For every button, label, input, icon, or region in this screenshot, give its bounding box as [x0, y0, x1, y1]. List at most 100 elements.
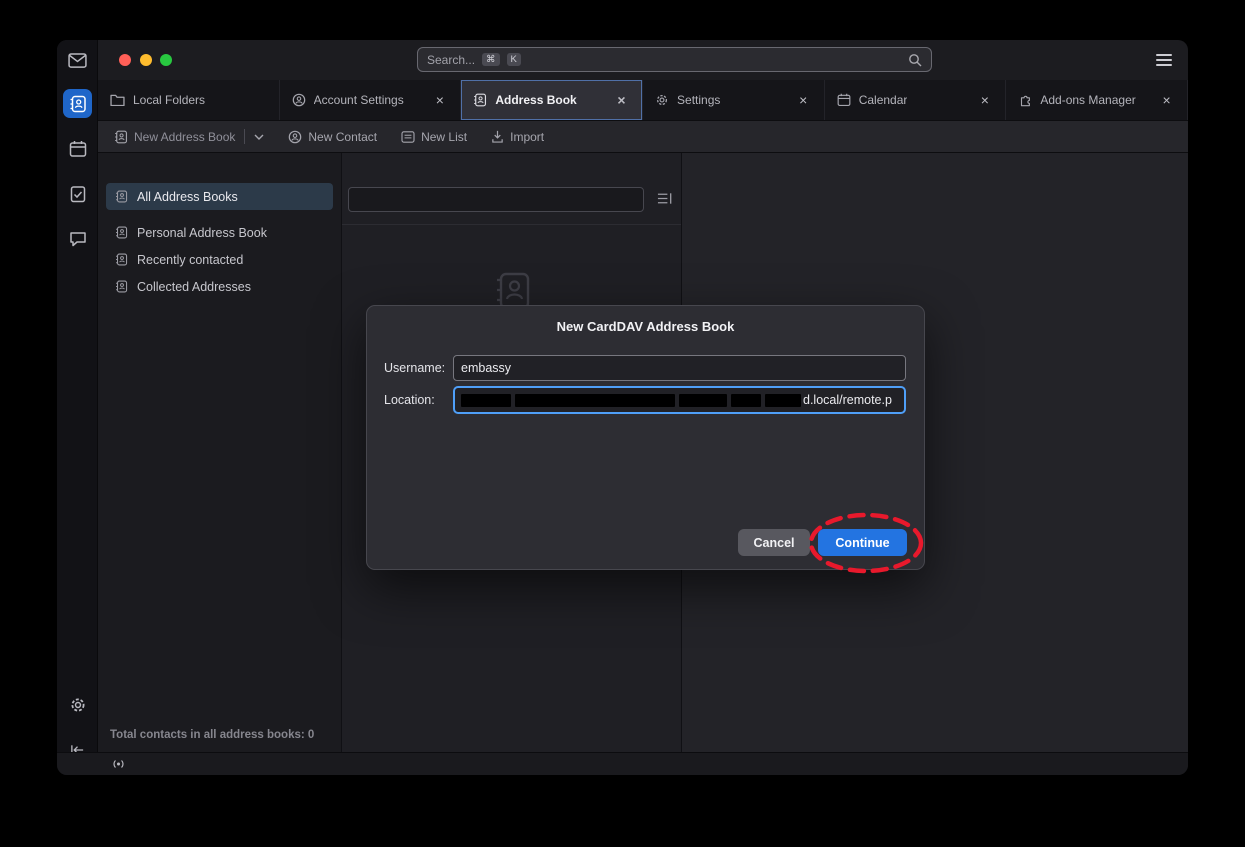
- minimize-window-button[interactable]: [140, 54, 152, 66]
- sort-icon: [657, 192, 674, 205]
- close-tab-icon[interactable]: ×: [976, 92, 993, 109]
- close-tab-icon[interactable]: ×: [795, 92, 812, 109]
- address-book-icon: [69, 95, 87, 113]
- titlebar: Search... ⌘ K: [98, 40, 1188, 80]
- tasks-icon: [69, 185, 87, 203]
- import-label: Import: [510, 130, 544, 144]
- k-keycap: K: [507, 53, 521, 67]
- app-spaces-strip: [57, 40, 98, 775]
- global-search-field[interactable]: Search... ⌘ K: [417, 47, 932, 72]
- search-placeholder: Search...: [427, 53, 475, 67]
- tab-label: Calendar: [859, 93, 908, 107]
- chevron-down-icon: [254, 134, 264, 140]
- address-book-icon: [115, 190, 128, 203]
- dialog-title: New CardDAV Address Book: [367, 319, 924, 334]
- new-list-label: New List: [421, 130, 467, 144]
- cancel-button[interactable]: Cancel: [738, 529, 810, 556]
- tab-account-settings[interactable]: Account Settings ×: [280, 80, 462, 120]
- calendar-icon: [837, 93, 851, 107]
- address-books-list: All Address Books Personal Address Book …: [98, 153, 341, 300]
- close-tab-icon[interactable]: ×: [613, 92, 630, 109]
- tab-label: Address Book: [495, 93, 576, 107]
- address-book-icon: [115, 226, 128, 239]
- toolbar-divider: [244, 129, 245, 144]
- settings-button[interactable]: [63, 690, 92, 719]
- search-icon: [908, 53, 922, 67]
- new-carddav-dialog: New CardDAV Address Book Username: Locat…: [366, 305, 925, 570]
- list-item-all-address-books[interactable]: All Address Books: [106, 183, 333, 210]
- new-list-button[interactable]: New List: [395, 126, 473, 148]
- tasks-space-button[interactable]: [63, 179, 92, 208]
- puzzle-icon: [1018, 93, 1032, 107]
- zoom-window-button[interactable]: [160, 54, 172, 66]
- contacts-search-input[interactable]: [348, 187, 644, 212]
- tab-calendar[interactable]: Calendar ×: [825, 80, 1007, 120]
- list-item-label: Collected Addresses: [137, 280, 251, 294]
- app-window: Search... ⌘ K Local Folders Ac: [57, 40, 1188, 775]
- status-bar: [57, 752, 1188, 775]
- new-contact-button[interactable]: New Contact: [282, 126, 383, 148]
- location-visible-text: d.local/remote.p: [803, 393, 892, 407]
- redaction-bar: [461, 394, 511, 407]
- chat-space-button[interactable]: [63, 224, 92, 253]
- cmd-keycap: ⌘: [482, 53, 500, 67]
- app-menu-button[interactable]: [1156, 54, 1172, 66]
- new-address-book-dropdown[interactable]: [248, 130, 270, 144]
- tab-label: Add-ons Manager: [1040, 93, 1135, 107]
- addressbook-toolbar: New Address Book New Contact New List: [98, 120, 1188, 153]
- tab-label: Local Folders: [133, 93, 205, 107]
- tab-addons-manager[interactable]: Add-ons Manager ×: [1006, 80, 1188, 120]
- display-options-button[interactable]: [657, 192, 674, 205]
- redaction-bar: [515, 394, 675, 407]
- folder-icon: [110, 94, 125, 106]
- dialog-buttons: Cancel Continue: [738, 529, 907, 556]
- username-input[interactable]: [453, 355, 906, 381]
- new-contact-label: New Contact: [308, 130, 377, 144]
- calendar-space-button[interactable]: [63, 134, 92, 163]
- contacts-count-status: Total contacts in all address books: 0: [110, 729, 314, 741]
- redaction-bar: [765, 394, 801, 407]
- import-icon: [491, 130, 504, 143]
- new-address-book-button[interactable]: New Address Book: [108, 126, 241, 148]
- list-item-collected-addresses[interactable]: Collected Addresses: [106, 273, 333, 300]
- tab-label: Account Settings: [314, 93, 404, 107]
- username-label: Username:: [384, 361, 453, 375]
- list-item-label: Recently contacted: [137, 253, 243, 267]
- username-row: Username:: [384, 355, 906, 381]
- tab-settings[interactable]: Settings ×: [643, 80, 825, 120]
- mail-icon: [68, 53, 87, 68]
- calendar-icon: [69, 140, 87, 158]
- new-list-icon: [401, 131, 415, 143]
- close-tab-icon[interactable]: ×: [1158, 92, 1175, 109]
- location-input[interactable]: d.local/remote.p: [453, 386, 906, 414]
- redaction-bar: [731, 394, 761, 407]
- tab-local-folders[interactable]: Local Folders: [98, 80, 280, 120]
- new-address-book-label: New Address Book: [134, 130, 235, 144]
- close-window-button[interactable]: [119, 54, 131, 66]
- address-book-icon: [115, 253, 128, 266]
- continue-button[interactable]: Continue: [818, 529, 907, 556]
- list-item-label: Personal Address Book: [137, 226, 267, 240]
- mail-space-button[interactable]: [63, 46, 92, 75]
- address-book-icon: [114, 130, 128, 144]
- close-tab-icon[interactable]: ×: [431, 92, 448, 109]
- chat-icon: [69, 230, 87, 248]
- address-book-icon: [473, 93, 487, 107]
- location-label: Location:: [384, 393, 453, 407]
- list-item-personal-address-book[interactable]: Personal Address Book: [106, 219, 333, 246]
- address-book-icon: [115, 280, 128, 293]
- tab-address-book[interactable]: Address Book ×: [461, 80, 643, 120]
- location-row: Location: d.local/remote.p: [384, 386, 906, 414]
- gear-icon: [69, 696, 87, 714]
- desktop-background: Search... ⌘ K Local Folders Ac: [0, 0, 1245, 847]
- broadcast-icon: [110, 758, 127, 770]
- gear-icon: [655, 93, 669, 107]
- tab-bar: Local Folders Account Settings × Address…: [98, 80, 1188, 120]
- redaction-bar: [679, 394, 727, 407]
- import-button[interactable]: Import: [485, 126, 550, 148]
- list-item-recently-contacted[interactable]: Recently contacted: [106, 246, 333, 273]
- new-contact-icon: [288, 130, 302, 144]
- tab-label: Settings: [677, 93, 720, 107]
- list-item-label: All Address Books: [137, 190, 238, 204]
- address-book-space-button[interactable]: [63, 89, 92, 118]
